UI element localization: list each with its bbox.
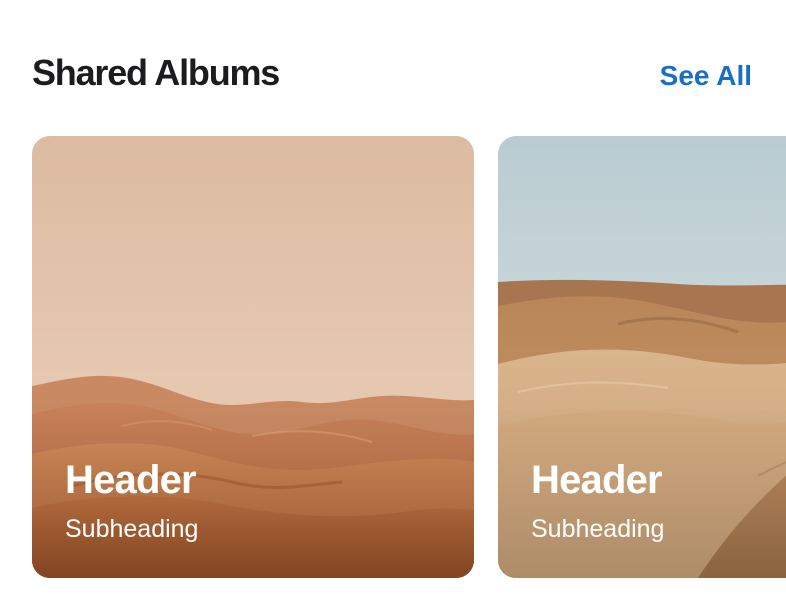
- album-carousel[interactable]: Header Subheading Header Subheading: [32, 136, 786, 578]
- section-header: Shared Albums See All: [32, 50, 752, 100]
- album-card[interactable]: Header Subheading: [498, 136, 786, 578]
- see-all-link[interactable]: See All: [660, 56, 752, 96]
- album-card[interactable]: Header Subheading: [32, 136, 474, 578]
- shared-albums-screen: Shared Albums See All Header Subheading …: [0, 0, 786, 594]
- album-subheading: Subheading: [65, 515, 199, 543]
- album-header: Header: [65, 458, 197, 502]
- album-subheading: Subheading: [531, 515, 665, 543]
- album-header: Header: [531, 458, 663, 502]
- section-title: Shared Albums: [32, 52, 280, 93]
